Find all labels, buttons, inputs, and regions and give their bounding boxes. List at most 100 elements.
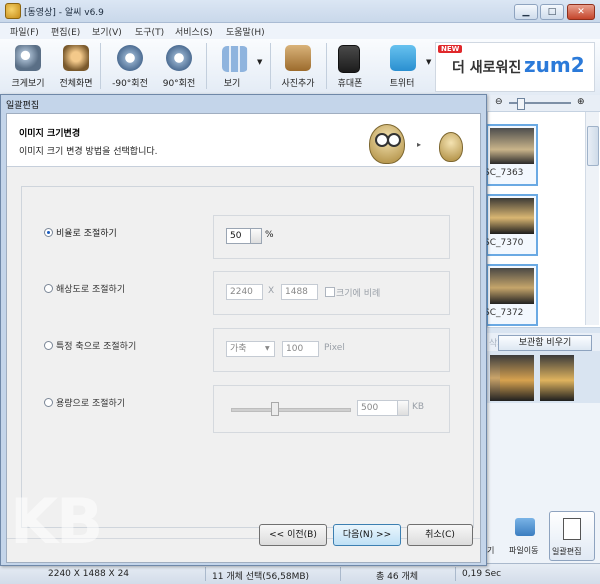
chevron-down-icon[interactable]: ▼: [426, 58, 431, 66]
toolbar-label: 사진추가: [281, 79, 315, 89]
option-label-ratio[interactable]: 비율로 조절하기: [56, 226, 117, 239]
restore-button[interactable]: □: [540, 4, 564, 20]
cancel-button[interactable]: 취소(C): [407, 524, 473, 546]
menu-file[interactable]: 파일(F): [10, 25, 39, 38]
menu-bar: 파일(F) 편집(E) 보기(V) 도구(T) 서비스(S) 도움말(H): [0, 23, 600, 39]
dialog-title: 일괄편집: [6, 101, 40, 111]
radio-resolution[interactable]: [44, 284, 53, 293]
minimize-button[interactable]: ▁: [514, 4, 538, 20]
keep-ratio-checkbox[interactable]: [325, 287, 335, 297]
menu-view[interactable]: 보기(V): [92, 25, 122, 38]
keep-ratio-label[interactable]: 크기에 비례: [336, 286, 380, 299]
zoom-in-icon[interactable]: ⊕: [577, 97, 585, 107]
batch-edit-label: 일괄편집: [552, 547, 582, 556]
toolbar-button-add-photo[interactable]: 사진추가: [274, 41, 322, 91]
move-file-label[interactable]: 파일이동: [509, 545, 538, 556]
toolbar-label: 90°회전: [162, 79, 196, 89]
zoom-out-icon[interactable]: ⊖: [495, 97, 503, 107]
mascot-eye: [387, 133, 401, 147]
radio-axis[interactable]: [44, 341, 53, 350]
resolution-separator: X: [268, 286, 275, 296]
menu-edit[interactable]: 편집(E): [51, 25, 80, 38]
zoom-bar: ⊖ ⊕: [487, 95, 600, 111]
chevron-down-icon: ▼: [265, 345, 270, 352]
thumbnail-caption: SC_7370: [484, 238, 524, 248]
status-bar: 2240 X 1488 X 24 11 개체 선택(56,58MB) 총 46 …: [0, 563, 600, 584]
right-tool-panel: 기 파일이동 일괄편집: [487, 403, 600, 563]
axis-value-input[interactable]: 100: [282, 341, 319, 357]
move-file-icon[interactable]: [515, 518, 535, 536]
menu-services[interactable]: 서비스(S): [175, 25, 213, 38]
chevron-down-icon[interactable]: ▼: [257, 58, 262, 66]
mascot-small-icon: [439, 132, 463, 162]
app-logo-icon: [5, 3, 21, 19]
rotate-left-icon: [117, 45, 143, 71]
status-separator: [455, 567, 456, 581]
filesize-slider-track[interactable]: [231, 408, 351, 412]
ratio-spinner[interactable]: [250, 228, 262, 244]
magnify-icon: [15, 45, 41, 71]
option-label-resolution[interactable]: 해상도로 조절하기: [56, 282, 125, 295]
watermark: KB: [10, 485, 103, 558]
thumbnail-caption: SC_7363: [484, 168, 524, 178]
zoom-slider-handle[interactable]: [517, 98, 525, 110]
close-button[interactable]: ✕: [567, 4, 595, 20]
axis-box: 가축 ▼ 100 Pixel: [213, 328, 450, 372]
radio-ratio[interactable]: [44, 228, 53, 237]
ad-banner[interactable]: NEW 더 새로워진 zum2: [435, 42, 595, 92]
status-selection: 11 개체 선택(56,58MB): [212, 572, 310, 582]
mascot-icon: [369, 124, 405, 164]
batch-edit-button[interactable]: 일괄편집: [549, 511, 595, 561]
vertical-scrollbar[interactable]: [585, 112, 599, 325]
prev-button[interactable]: << 이전(B): [259, 524, 327, 546]
clear-storage-button[interactable]: 보관함 비우기: [498, 335, 592, 351]
status-separator: [205, 567, 206, 581]
toolbar-button-twitter[interactable]: ▼ 트위터: [376, 41, 431, 91]
tool-label: 기: [487, 546, 495, 555]
width-input[interactable]: 2240: [226, 284, 263, 300]
batch-edit-icon: [563, 518, 581, 540]
axis-select[interactable]: 가축 ▼: [226, 341, 275, 357]
window-title: [동영상] - 알씨 v6.9: [24, 8, 104, 18]
banner-text: 더 새로워진: [452, 60, 522, 76]
filesize-box: 500 KB: [213, 385, 450, 433]
arrow-right-icon: ▸: [417, 140, 422, 149]
new-badge: NEW: [438, 45, 463, 53]
thumbnail[interactable]: SC_7372: [484, 264, 538, 326]
thumbnail-caption: SC_7372: [484, 308, 524, 318]
filesize-slider-handle[interactable]: [271, 402, 279, 416]
toolbar-button-fullscreen[interactable]: 전체화면: [56, 41, 96, 91]
title-bar: [동영상] - 알씨 v6.9 ▁ □ ✕: [0, 0, 600, 23]
filesize-spinner[interactable]: [397, 400, 409, 416]
filesize-unit: KB: [412, 402, 425, 412]
storage-thumbnail[interactable]: [500, 355, 534, 401]
banner-brand: zum2: [524, 53, 585, 77]
thumbnail-image: [490, 198, 534, 234]
fullscreen-icon: [63, 45, 89, 71]
thumbnail[interactable]: SC_7363: [484, 124, 538, 186]
toolbar-label: 트위터: [389, 79, 415, 89]
rotate-right-icon: [166, 45, 192, 71]
thumbnail-panel: SC_7363 SC_7370 SC_7372: [484, 111, 600, 328]
toolbar-button-rotate-right[interactable]: 90°회전: [156, 41, 202, 91]
storage-thumbnail[interactable]: [540, 355, 574, 401]
next-button[interactable]: 다음(N) >>: [333, 524, 401, 546]
menu-tools[interactable]: 도구(T): [135, 25, 164, 38]
radio-filesize[interactable]: [44, 398, 53, 407]
menu-help[interactable]: 도움말(H): [226, 25, 265, 38]
filesize-input[interactable]: 500: [357, 400, 398, 416]
thumbnail[interactable]: SC_7370: [484, 194, 538, 256]
height-input[interactable]: 1488: [281, 284, 318, 300]
option-label-axis[interactable]: 특정 축으로 조절하기: [56, 339, 136, 352]
toolbar-button-phone[interactable]: 휴대폰: [330, 41, 370, 91]
toolbar-button-view[interactable]: ▼ 보기: [210, 41, 266, 91]
status-separator: [340, 567, 341, 581]
add-photo-icon: [285, 45, 311, 71]
step-title: 이미지 크기변경: [19, 129, 81, 139]
twitter-icon: [390, 45, 416, 71]
thumbnail-image: [490, 268, 534, 304]
scrollbar-thumb[interactable]: [587, 126, 599, 166]
status-dimensions: 2240 X 1488 X 24: [48, 569, 130, 579]
option-label-filesize[interactable]: 용량으로 조절하기: [56, 396, 125, 409]
ratio-unit: %: [265, 230, 274, 240]
